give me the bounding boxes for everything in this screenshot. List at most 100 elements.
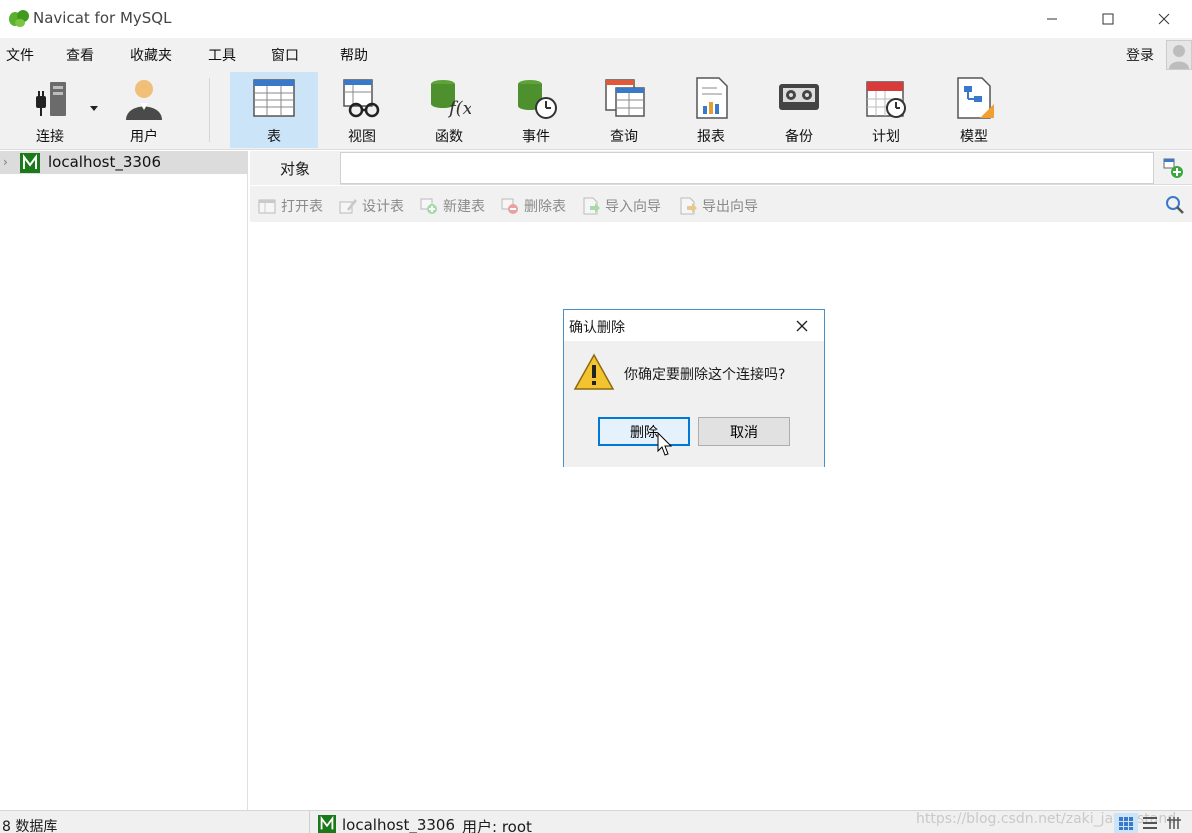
backup-icon [779, 84, 819, 110]
toolbar-report-label: 报表 [697, 129, 725, 145]
maximize-icon [1102, 13, 1114, 25]
delete-table-button[interactable]: 删除表 [501, 196, 566, 216]
event-icon [518, 80, 557, 119]
export-wizard-button[interactable]: 导出向导 [679, 196, 758, 216]
maximize-button[interactable] [1080, 0, 1136, 38]
svg-text:f(x): f(x) [447, 98, 471, 119]
toolbar-view-button[interactable]: 视图 [318, 72, 406, 148]
toolbar-query-button[interactable]: 查询 [580, 72, 668, 148]
status-user: 用户: root [462, 818, 532, 833]
window-title: Navicat for MySQL [33, 9, 172, 27]
open-table-icon [258, 199, 276, 214]
import-wizard-button[interactable]: 导入向导 [582, 196, 661, 216]
cancel-button[interactable]: 取消 [698, 417, 790, 446]
toolbar-table-button[interactable]: 表 [230, 72, 318, 148]
close-icon [1158, 13, 1170, 25]
navigation-pane: › localhost_3306 [0, 151, 248, 810]
design-table-label: 设计表 [362, 199, 404, 215]
avatar[interactable] [1166, 40, 1192, 70]
toolbar-event-label: 事件 [522, 129, 550, 145]
dialog-close-button[interactable] [786, 313, 818, 339]
toolbar-report-button[interactable]: 报表 [667, 72, 755, 148]
toolbar-connect-label: 连接 [36, 129, 64, 145]
new-table-button[interactable]: 新建表 [420, 196, 485, 216]
toolbar-backup-label: 备份 [785, 129, 813, 145]
database-count: 8 数据库 [2, 819, 58, 833]
confirm-delete-button[interactable]: 删除 [598, 417, 690, 446]
title-bar: Navicat for MySQL [0, 0, 1192, 38]
new-table-icon [420, 198, 437, 214]
toolbar-schedule-button[interactable]: 计划 [842, 72, 930, 148]
delete-table-label: 删除表 [524, 199, 566, 215]
menu-file[interactable]: 文件 [6, 45, 34, 65]
mysql-connection-icon [318, 815, 336, 833]
grid-view-icon [1119, 817, 1133, 830]
warning-icon [573, 353, 615, 390]
dialog-message: 你确定要删除这个连接吗? [624, 367, 786, 383]
mouse-cursor-icon [657, 432, 673, 456]
chevron-right-icon[interactable]: › [3, 155, 8, 169]
toolbar-query-label: 查询 [610, 129, 638, 145]
main-toolbar: 连接 用户 表 视图 f(函数 事件 查询 报表 备份 计划 模型 [0, 70, 1192, 150]
toolbar-function-button[interactable]: f(x) 函数 [405, 72, 493, 148]
content-area: 对象 打开表 设计表 新建表 删除表 导入向导 导出向导 [250, 151, 1192, 810]
minimize-button[interactable] [1024, 0, 1080, 38]
tab-bar: 对象 [250, 151, 1192, 185]
query-icon [605, 79, 645, 117]
menu-tools[interactable]: 工具 [208, 45, 236, 65]
menu-bar: 文件 查看 收藏夹 工具 窗口 帮助 登录 [0, 38, 1192, 70]
new-table-label: 新建表 [443, 199, 485, 215]
menu-view[interactable]: 查看 [66, 45, 94, 65]
table-icon [253, 79, 295, 117]
detail-view-button[interactable] [1162, 813, 1186, 833]
open-table-button[interactable]: 打开表 [258, 196, 323, 216]
login-button[interactable]: 登录 [1126, 45, 1154, 65]
toolbar-schedule-label: 计划 [872, 129, 900, 145]
mysql-connection-icon [20, 153, 40, 173]
schedule-icon [866, 81, 906, 118]
list-view-icon [1143, 817, 1157, 829]
report-icon [696, 77, 728, 119]
toolbar-table-label: 表 [267, 129, 281, 145]
dialog-title: 确认删除 [569, 320, 625, 336]
tab-strip [340, 152, 1154, 184]
delete-table-icon [501, 198, 518, 214]
view-icon [343, 79, 380, 118]
function-icon: f(x) [431, 80, 471, 119]
connect-dropdown-icon[interactable] [90, 106, 98, 111]
user-avatar-icon [1169, 45, 1189, 69]
toolbar-view-label: 视图 [348, 129, 376, 145]
design-table-button[interactable]: 设计表 [339, 196, 404, 216]
new-tab-icon[interactable] [1162, 157, 1184, 179]
toolbar-connect-button[interactable]: 连接 [6, 72, 94, 148]
toolbar-user-button[interactable]: 用户 [100, 72, 188, 148]
close-window-button[interactable] [1136, 0, 1192, 38]
design-table-icon [339, 199, 357, 214]
toolbar-function-label: 函数 [435, 129, 463, 145]
toolbar-backup-button[interactable]: 备份 [755, 72, 843, 148]
menu-help[interactable]: 帮助 [340, 45, 368, 65]
menu-favorites[interactable]: 收藏夹 [130, 45, 172, 65]
plug-icon [36, 82, 66, 116]
minimize-icon [1047, 18, 1057, 20]
import-wizard-icon [583, 197, 600, 215]
connection-label: localhost_3306 [48, 153, 162, 171]
export-wizard-icon [680, 197, 697, 215]
list-view-button[interactable] [1138, 813, 1162, 833]
connection-row[interactable]: › localhost_3306 [0, 151, 248, 174]
toolbar-model-label: 模型 [960, 129, 988, 145]
navicat-logo-icon [9, 10, 29, 27]
model-icon [957, 77, 994, 119]
dialog-title-bar: 确认删除 [564, 310, 824, 341]
confirm-delete-dialog: 确认删除 你确定要删除这个连接吗? 删除 取消 [563, 309, 825, 467]
menu-window[interactable]: 窗口 [271, 45, 299, 65]
grid-view-button[interactable] [1114, 813, 1138, 833]
export-wizard-label: 导出向导 [702, 199, 758, 215]
toolbar-event-button[interactable]: 事件 [492, 72, 580, 148]
search-icon[interactable] [1164, 194, 1186, 216]
tab-objects[interactable]: 对象 [250, 151, 340, 185]
object-toolbar: 打开表 设计表 新建表 删除表 导入向导 导出向导 [250, 186, 1192, 222]
toolbar-model-button[interactable]: 模型 [930, 72, 1018, 148]
detail-view-icon [1167, 817, 1181, 829]
status-separator [309, 811, 310, 833]
